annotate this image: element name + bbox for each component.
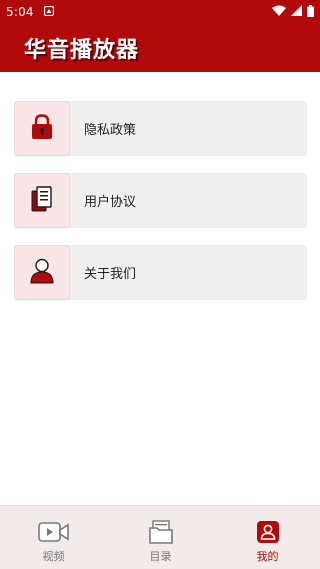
nav-tab-catalog[interactable]: 目录 xyxy=(107,506,214,569)
menu-label-user-agreement: 用户协议 xyxy=(84,195,137,210)
lock-icon xyxy=(31,113,53,144)
video-camera-icon xyxy=(37,520,70,544)
app-header: 华音播放器 xyxy=(0,24,320,72)
menu-icon-box xyxy=(14,245,70,300)
menu-item-user-agreement[interactable]: 用户协议 xyxy=(14,173,307,228)
app-title: 华音播放器 xyxy=(24,38,140,63)
wifi-icon xyxy=(272,5,286,19)
menu-item-about-us[interactable]: 关于我们 xyxy=(14,245,307,300)
user-icon xyxy=(30,258,54,288)
menu-label-about-us: 关于我们 xyxy=(84,267,137,282)
folder-icon xyxy=(148,520,173,544)
battery-icon xyxy=(307,4,314,20)
nav-label-mine: 我的 xyxy=(256,550,279,563)
document-icon xyxy=(31,185,53,216)
nav-label-catalog: 目录 xyxy=(149,550,172,563)
menu-label-privacy: 隐私政策 xyxy=(84,123,137,138)
nav-label-video: 视频 xyxy=(42,550,65,563)
status-time: 5:04 xyxy=(6,5,34,19)
menu-item-privacy[interactable]: 隐私政策 xyxy=(14,101,307,156)
menu-icon-box xyxy=(14,173,70,228)
signal-icon xyxy=(291,5,302,19)
nav-tab-video[interactable]: 视频 xyxy=(0,506,107,569)
status-bar: 5:04 xyxy=(0,0,320,24)
menu-icon-box xyxy=(14,101,70,156)
profile-icon xyxy=(256,520,279,544)
notification-icon xyxy=(43,5,54,19)
bottom-navigation: 视频 目录 我的 xyxy=(0,505,320,569)
nav-tab-mine[interactable]: 我的 xyxy=(214,506,320,569)
